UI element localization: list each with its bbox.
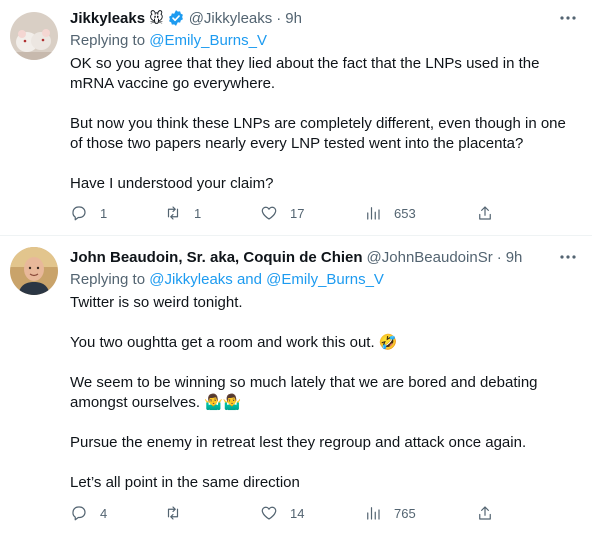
views-button[interactable]: 653 xyxy=(364,204,416,222)
timestamp[interactable]: 9h xyxy=(506,249,523,266)
retweet-button[interactable]: 1 xyxy=(164,204,201,222)
replying-and: and xyxy=(232,271,267,288)
share-icon xyxy=(479,506,491,520)
display-name[interactable]: Jikkyleaks xyxy=(70,10,145,27)
action-bar: 4 14 765 xyxy=(70,504,500,526)
separator-dot: · xyxy=(276,9,282,27)
handle[interactable]: @Jikkyleaks xyxy=(189,10,273,27)
tweet-text: Twitter is so weird tonight. You two oug… xyxy=(70,293,578,493)
retweet-icon xyxy=(167,206,179,220)
tweet-johnbeaudoinsr[interactable]: John Beaudoin, Sr. aka, Coquin de Chien … xyxy=(0,237,592,541)
tweet-paragraph: OK so you agree that they lied about the… xyxy=(70,55,540,92)
tweet-header: Jikkyleaks 🐭 @Jikkyleaks · 9h xyxy=(70,8,578,28)
like-icon xyxy=(261,206,277,220)
avatar-image xyxy=(10,12,58,60)
tweet-text: OK so you agree that they lied about the… xyxy=(70,54,578,194)
reply-count: 4 xyxy=(100,505,108,521)
retweet-count: 1 xyxy=(194,205,202,221)
tweet-paragraph: Have I understood your claim? xyxy=(70,175,274,192)
view-count: 765 xyxy=(394,505,416,521)
replying-to-link[interactable]: @Jikkyleaks xyxy=(149,271,233,288)
handle[interactable]: @JohnBeaudoinSr xyxy=(367,249,493,266)
views-button[interactable]: 765 xyxy=(364,504,416,522)
replying-to-link[interactable]: @Emily_Burns_V xyxy=(266,271,384,288)
tweet-jikkyleaks[interactable]: Jikkyleaks 🐭 @Jikkyleaks · 9h Replying t… xyxy=(0,0,592,236)
reply-button[interactable]: 1 xyxy=(70,204,107,222)
reply-button[interactable]: 4 xyxy=(70,504,107,522)
mouse-emoji: 🐭 xyxy=(149,9,164,26)
replying-to: Replying to @Jikkyleaks and @Emily_Burns… xyxy=(70,270,578,290)
retweet-icon xyxy=(167,506,179,520)
replying-to-link[interactable]: @Emily_Burns_V xyxy=(149,32,267,49)
reply-count: 1 xyxy=(100,205,108,221)
like-button[interactable]: 17 xyxy=(260,204,304,222)
avatar[interactable] xyxy=(10,247,58,295)
views-icon xyxy=(367,207,380,220)
share-icon xyxy=(479,206,491,220)
replying-to: Replying to @Emily_Burns_V xyxy=(70,31,578,51)
view-count: 653 xyxy=(394,205,416,221)
timestamp[interactable]: 9h xyxy=(285,10,302,27)
views-icon xyxy=(367,507,380,520)
action-bar: 1 1 17 653 xyxy=(70,204,500,226)
replying-prefix: Replying to xyxy=(70,32,150,49)
display-name[interactable]: John Beaudoin, Sr. aka, Coquin de Chien xyxy=(70,249,363,266)
more-icon[interactable] xyxy=(558,249,578,265)
reply-icon xyxy=(72,206,86,221)
like-button[interactable]: 14 xyxy=(260,504,304,522)
tweet-paragraph: Twitter is so weird tonight. xyxy=(70,294,243,311)
avatar-image xyxy=(10,247,58,295)
tweet-paragraph: But now you think these LNPs are complet… xyxy=(70,115,566,152)
tweet-paragraph: You two oughtta get a room and work this… xyxy=(70,334,398,351)
separator-dot: · xyxy=(496,248,502,266)
reply-icon xyxy=(72,506,86,521)
retweet-button[interactable] xyxy=(164,504,194,522)
like-icon xyxy=(261,506,277,520)
verified-badge-icon xyxy=(168,10,183,26)
more-icon[interactable] xyxy=(558,10,578,26)
tweet-paragraph: We seem to be winning so much lately tha… xyxy=(70,374,538,411)
share-button[interactable] xyxy=(476,504,494,522)
avatar[interactable] xyxy=(10,12,58,60)
tweet-header: John Beaudoin, Sr. aka, Coquin de Chien … xyxy=(70,247,578,267)
like-count: 17 xyxy=(290,205,305,221)
share-button[interactable] xyxy=(476,204,494,222)
tweet-paragraph: Pursue the enemy in retreat lest they re… xyxy=(70,434,527,451)
replying-prefix: Replying to xyxy=(70,271,150,288)
like-count: 14 xyxy=(290,505,305,521)
tweet-paragraph: Let’s all point in the same direction xyxy=(70,474,300,491)
